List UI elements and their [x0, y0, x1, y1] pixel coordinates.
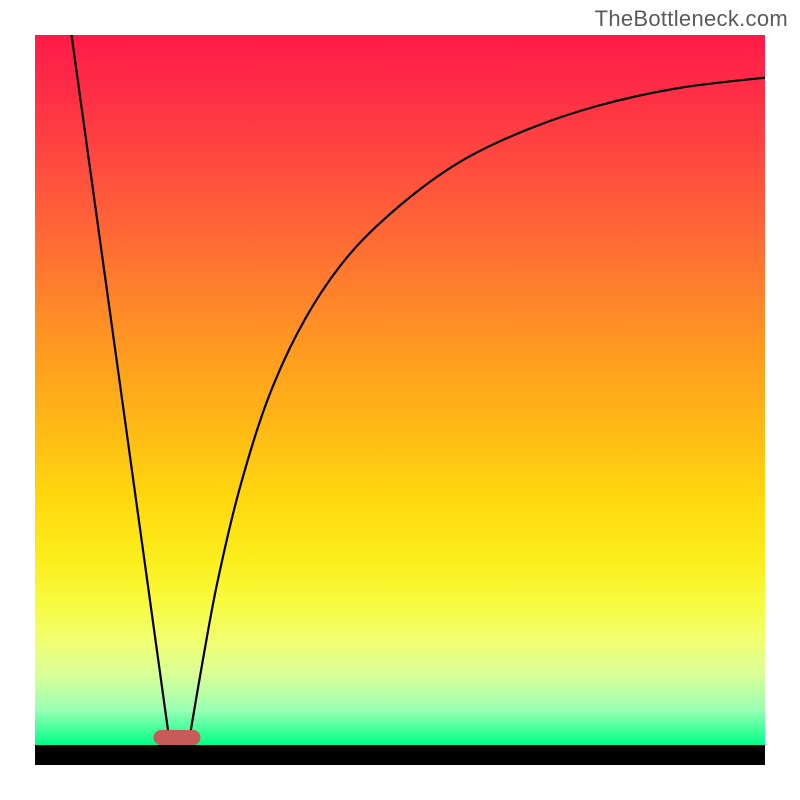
left-line: [72, 35, 171, 745]
curve-group: [72, 35, 766, 745]
bottleneck-marker: [154, 730, 201, 745]
watermark-text: TheBottleneck.com: [595, 6, 788, 32]
chart-frame: [35, 35, 765, 765]
plot-area: [35, 35, 765, 745]
right-curve: [188, 78, 765, 745]
curve-overlay: [35, 35, 765, 745]
